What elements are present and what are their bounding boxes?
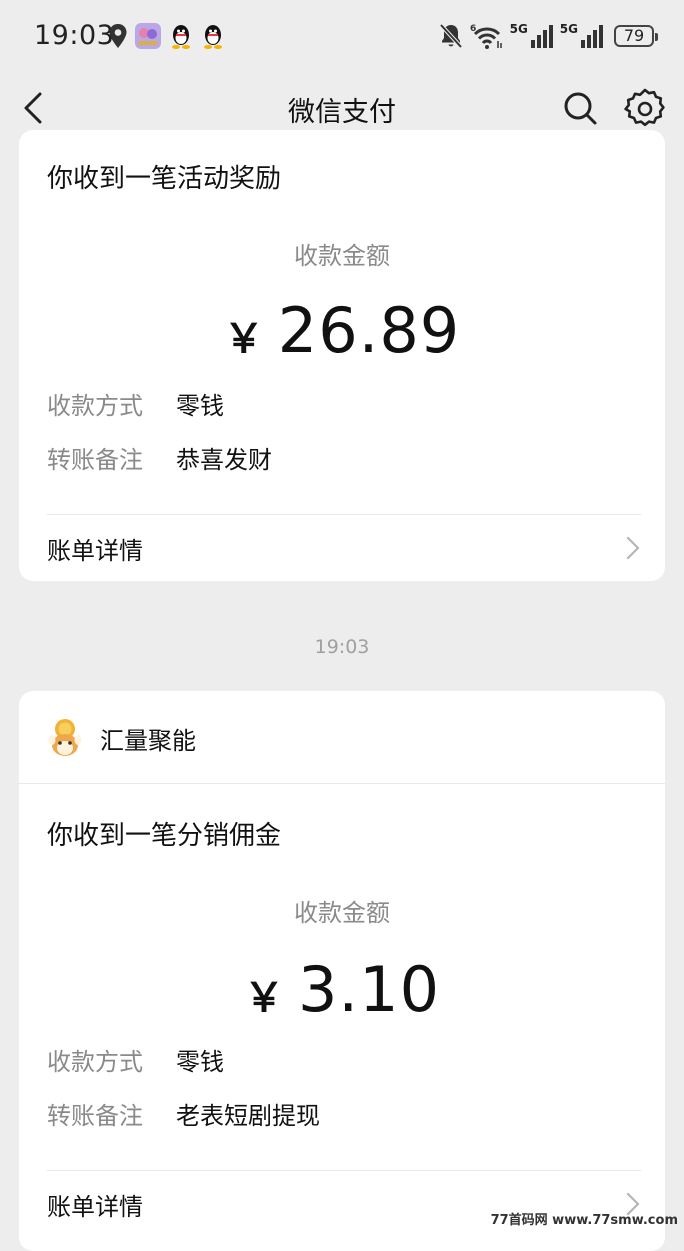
network-type-label: 5G [559,22,578,36]
gear-icon[interactable] [622,86,668,132]
payment-notice-card: 汇量聚能 你收到一笔分销佣金 收款金额 ￥ 3.10 收款方式 零钱 转账备注 … [19,691,665,1251]
info-key: 收款方式 [47,1047,143,1076]
merchant-logo-icon [48,719,82,756]
search-icon[interactable] [558,86,602,130]
amount-display: ￥ 26.89 [19,294,665,367]
info-key: 转账备注 [47,445,143,474]
amount-display: ￥ 3.10 [19,953,665,1026]
chevron-right-icon [626,536,640,560]
location-icon [109,24,127,48]
notice-title: 你收到一笔活动奖励 [47,164,282,194]
info-row: 收款方式 零钱 [47,386,224,420]
info-value: 老表短剧提现 [176,1101,320,1130]
info-value: 零钱 [176,391,224,420]
merchant-header[interactable]: 汇量聚能 [19,691,665,784]
payment-notice-card: 你收到一笔活动奖励 收款金额 ￥ 26.89 收款方式 零钱 转账备注 恭喜发财… [19,130,665,581]
battery-icon: 79 [614,25,658,47]
currency-symbol: ￥ [223,316,264,362]
message-timestamp: 19:03 [314,636,370,658]
info-value: 零钱 [176,1047,224,1076]
info-row: 收款方式 零钱 [47,1042,224,1076]
watermark-text: 77首码网 www.77smw.com [490,1213,678,1228]
qq-icon [172,25,190,49]
app-icon [135,23,161,49]
bill-detail-label: 账单详情 [47,1193,143,1221]
info-key: 收款方式 [47,391,143,420]
bill-detail-link[interactable]: 账单详情 [19,515,665,581]
status-right-icons: 6 5G 5G 79 [438,20,658,52]
amount-label: 收款金额 [294,899,390,927]
info-key: 转账备注 [47,1101,143,1130]
amount-label: 收款金额 [294,242,390,270]
merchant-name: 汇量聚能 [100,727,196,755]
signal-icon [581,25,603,48]
battery-level: 79 [623,26,645,45]
mute-bell-icon [439,23,463,49]
network-type-label: 5G [509,22,528,36]
wifi-icon: 6 [470,24,502,49]
notice-title: 你收到一笔分销佣金 [47,821,282,851]
status-bar: 19:03 6 5G 5G 79 [0,0,684,72]
status-time: 19:03 [34,20,115,51]
bill-detail-label: 账单详情 [47,537,143,565]
status-left-icons [108,20,226,52]
signal-icon [530,25,553,48]
info-row: 转账备注 恭喜发财 [47,440,272,474]
info-value: 恭喜发财 [176,445,272,474]
info-row: 转账备注 老表短剧提现 [47,1096,320,1130]
currency-symbol: ￥ [243,975,284,1021]
amount-value: 26.89 [277,294,461,367]
qq-icon [204,25,222,49]
amount-value: 3.10 [297,953,441,1026]
